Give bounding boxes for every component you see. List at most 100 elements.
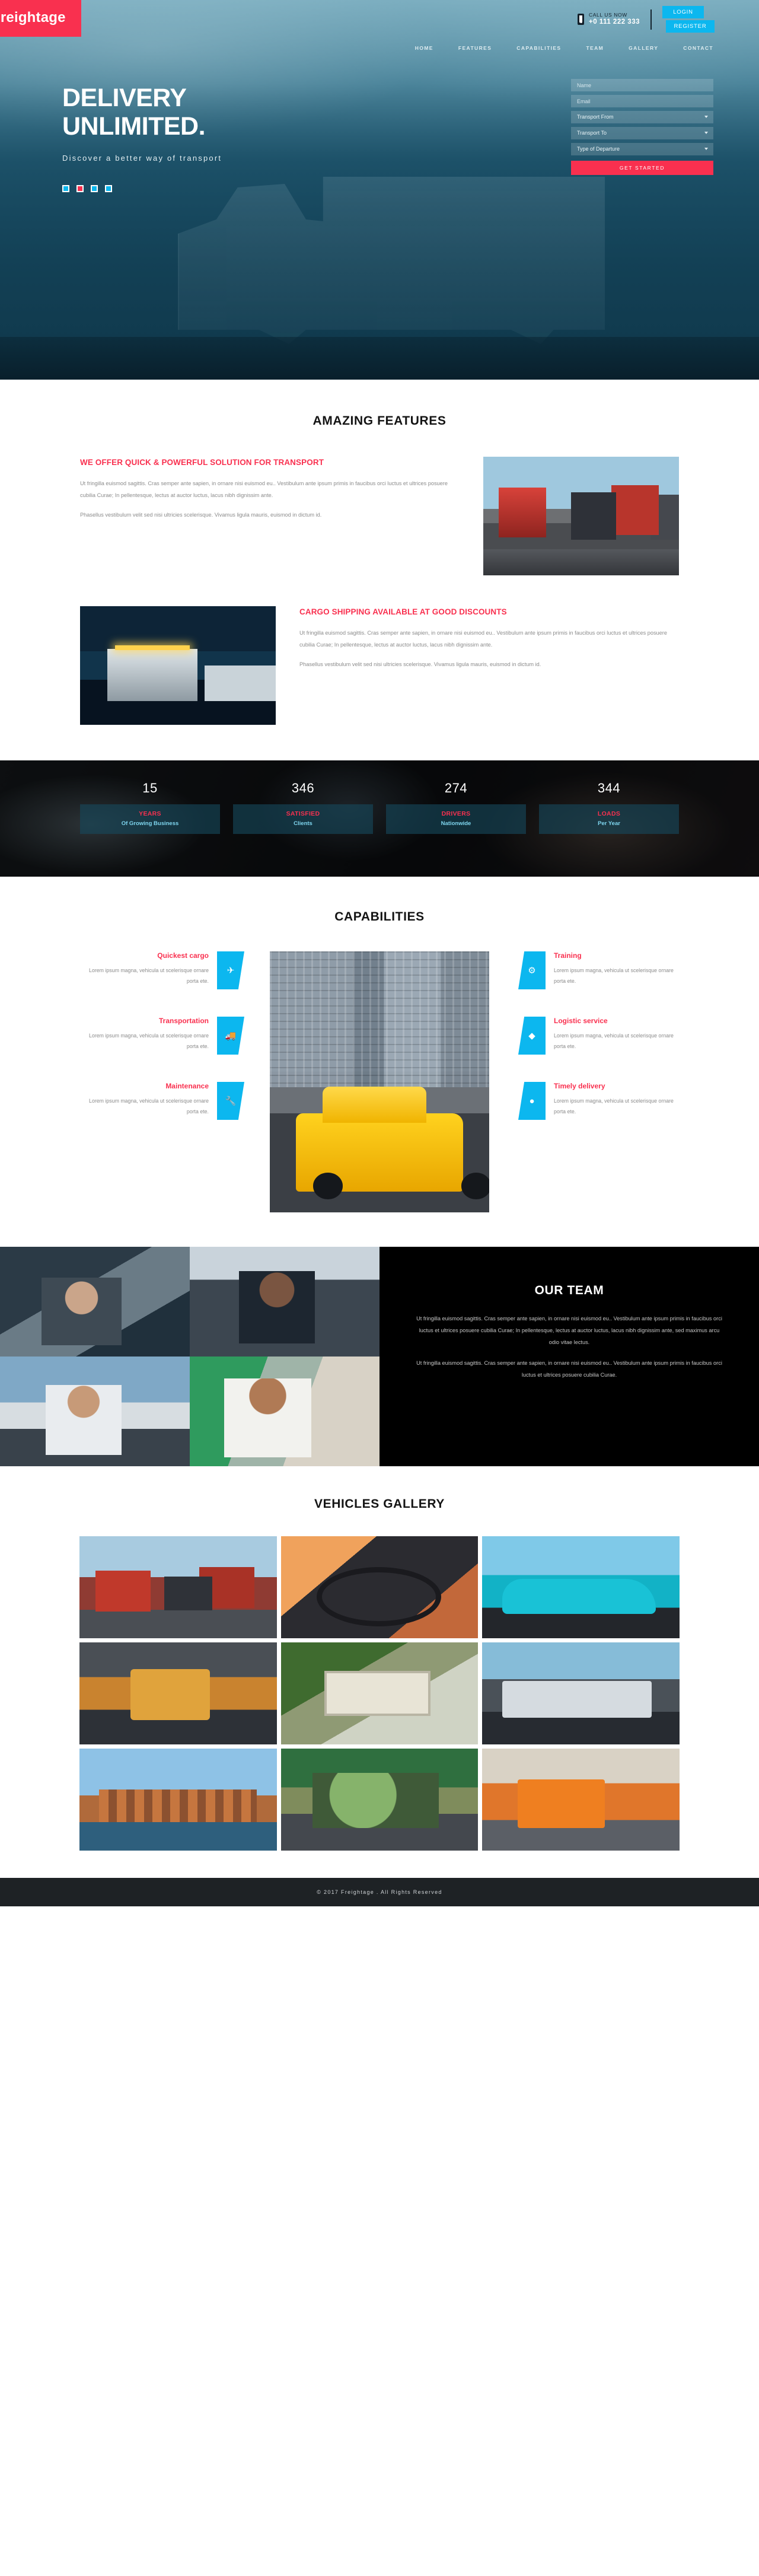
twitter-icon[interactable] — [91, 185, 98, 193]
hero-subtitle: Discover a better way of transport — [62, 154, 222, 163]
teal-sports-car-photo[interactable] — [482, 1536, 680, 1638]
wrench-glyph: 🔧 — [225, 1096, 237, 1106]
social-links[interactable] — [62, 185, 418, 193]
phone-number[interactable]: +0 111 222 333 — [589, 18, 640, 26]
stat-years: 15 YEARS Of Growing Business — [80, 781, 220, 834]
facebook-icon[interactable] — [62, 185, 69, 193]
gallery-section: VEHICLES GALLERY — [0, 1466, 759, 1878]
nav-item-gallery[interactable]: GALLERY — [629, 45, 658, 51]
stat-years-title: YEARS — [139, 810, 161, 817]
team-title: OUR TEAM — [534, 1284, 604, 1297]
google-plus-icon[interactable] — [76, 185, 84, 193]
email-input[interactable] — [571, 95, 713, 107]
capability-maintenance-body: Lorem ipsum magna, vehicula ut scelerisq… — [89, 1098, 209, 1115]
capability-transportation-heading: Transportation — [158, 1017, 209, 1025]
capabilities-title: CAPABILITIES — [334, 910, 425, 924]
nav-item-features[interactable]: FEATURES — [458, 45, 492, 51]
type-of-departure-select[interactable]: Type of Departure — [571, 143, 713, 155]
car-carrier-truck-photo[interactable] — [482, 1642, 680, 1744]
nav-item-capabilities[interactable]: CAPABILITIES — [516, 45, 561, 51]
name-input[interactable] — [571, 79, 713, 91]
harbour-houses-photo[interactable] — [79, 1749, 277, 1851]
aerial-green-field-photo[interactable] — [280, 1749, 479, 1851]
capability-transportation-body: Lorem ipsum magna, vehicula ut scelerisq… — [89, 1033, 209, 1049]
capability-logistic-service-heading: Logistic service — [554, 1017, 608, 1025]
transport-to-select[interactable]: Transport To — [571, 127, 713, 139]
top-bar-right: CALL US NOW +0 111 222 333 LOGIN REGISTE… — [578, 0, 720, 33]
login-button[interactable]: LOGIN — [662, 6, 704, 18]
gears-glyph: ⚙ — [528, 966, 536, 976]
feature-2-paragraph-1: Ut fringilla euismod sagittis. Cras semp… — [299, 630, 667, 648]
red-semi-trucks-photo[interactable] — [79, 1536, 277, 1638]
capability-timely-delivery-heading: Timely delivery — [554, 1082, 605, 1090]
worker-bandana-photo — [190, 1357, 380, 1466]
capability-logistic-service: ◆ Logistic service Lorem ipsum magna, ve… — [518, 1017, 679, 1055]
stat-drivers-title: DRIVERS — [441, 810, 471, 817]
capability-maintenance: Maintenance Lorem ipsum magna, vehicula … — [80, 1082, 244, 1120]
features-title: AMAZING FEATURES — [312, 414, 447, 428]
stat-satisfied: 346 SATISFIED Clients — [233, 781, 373, 834]
feature-1-heading: WE OFFER QUICK & POWERFUL SOLUTION FOR T… — [80, 458, 324, 467]
stat-satisfied-title: SATISFIED — [286, 810, 320, 817]
airplane-icon: ✈ — [217, 951, 244, 989]
team-section: OUR TEAM Ut fringilla euismod sagittis. … — [0, 1247, 759, 1466]
orange-forklift-photo[interactable] — [482, 1749, 680, 1851]
stat-drivers: 274 DRIVERS Nationwide — [386, 781, 526, 834]
hero-copy: DELIVERY UNLIMITED. Discover a better wa… — [39, 84, 418, 193]
clock-icon: ● — [518, 1082, 546, 1120]
stat-years-sub: Of Growing Business — [121, 820, 179, 827]
gears-icon: ⚙ — [518, 951, 546, 989]
main-navigation[interactable]: HOME FEATURES CAPABILITIES TEAM GALLERY … — [39, 45, 720, 51]
nav-item-contact[interactable]: CONTACT — [683, 45, 713, 51]
team-photo-grid — [0, 1247, 380, 1466]
quote-request-form[interactable]: Transport From Transport To Type of Depa… — [571, 79, 713, 192]
capability-maintenance-heading: Maintenance — [165, 1082, 209, 1090]
hero-section: Freightage CALL US NOW +0 111 222 333 LO… — [0, 0, 759, 380]
feature-2-heading: CARGO SHIPPING AVAILABLE AT GOOD DISCOUN… — [299, 607, 507, 616]
forklift-warehouse-photo[interactable] — [79, 1642, 277, 1744]
driver-sunglasses-photo — [0, 1247, 190, 1357]
stat-loads: 344 LOADS Per Year — [539, 781, 679, 834]
register-button[interactable]: REGISTER — [666, 20, 715, 33]
stat-loads-number: 344 — [597, 781, 621, 795]
site-footer: © 2017 Freightage . All Rights Reserved — [0, 1878, 759, 1906]
hero-title-line-1: DELIVERY — [62, 84, 187, 112]
get-started-button[interactable]: GET STARTED — [571, 161, 713, 175]
transport-from-select[interactable]: Transport From — [571, 111, 713, 123]
gallery-title: VEHICLES GALLERY — [314, 1497, 445, 1511]
steering-wheel-photo[interactable] — [280, 1536, 479, 1638]
droplet-glyph: ◆ — [528, 1031, 535, 1041]
aerial-industrial-park-photo[interactable] — [280, 1642, 479, 1744]
linkedin-icon[interactable] — [105, 185, 112, 193]
copyright-text: © 2017 Freightage . All Rights Reserved — [317, 1889, 442, 1895]
team-copy: OUR TEAM Ut fringilla euismod sagittis. … — [380, 1247, 759, 1466]
stat-drivers-sub: Nationwide — [441, 820, 471, 827]
nav-item-team[interactable]: TEAM — [586, 45, 604, 51]
capability-training-heading: Training — [554, 951, 582, 960]
driver-by-van-photo — [0, 1357, 190, 1466]
wrench-icon: 🔧 — [217, 1082, 244, 1120]
stat-loads-title: LOADS — [597, 810, 621, 817]
feature-1-paragraph-2: Phasellus vestibulum velit sed nisi ultr… — [80, 511, 322, 518]
statistics-section: 15 YEARS Of Growing Business 346 SATISFI… — [0, 760, 759, 877]
hero-road-strip — [0, 337, 759, 380]
city-buildings-layer — [270, 951, 489, 1087]
call-us-label: CALL US NOW — [589, 12, 627, 18]
capability-quickest-cargo-body: Lorem ipsum magna, vehicula ut scelerisq… — [89, 967, 209, 984]
brand-logo[interactable]: Freightage — [0, 0, 81, 37]
nav-item-home[interactable]: HOME — [415, 45, 433, 51]
stat-satisfied-number: 346 — [291, 781, 315, 795]
capability-transportation: Transportation Lorem ipsum magna, vehicu… — [80, 1017, 244, 1055]
capability-quickest-cargo-heading: Quickest cargo — [157, 951, 209, 960]
driver-in-cab-photo — [190, 1247, 380, 1357]
yellow-taxi-shape — [296, 1086, 463, 1199]
gallery-grid — [79, 1536, 680, 1851]
stat-loads-sub: Per Year — [598, 820, 620, 827]
top-bar: Freightage CALL US NOW +0 111 222 333 LO… — [0, 0, 720, 43]
red-trucks-lineup-photo — [483, 457, 679, 575]
stat-satisfied-sub: Clients — [294, 820, 312, 827]
clock-glyph: ● — [529, 1096, 535, 1106]
capability-training-body: Lorem ipsum magna, vehicula ut scelerisq… — [554, 967, 674, 984]
feature-block-2: CARGO SHIPPING AVAILABLE AT GOOD DISCOUN… — [80, 606, 679, 725]
page-root: Freightage CALL US NOW +0 111 222 333 LO… — [0, 0, 759, 1906]
